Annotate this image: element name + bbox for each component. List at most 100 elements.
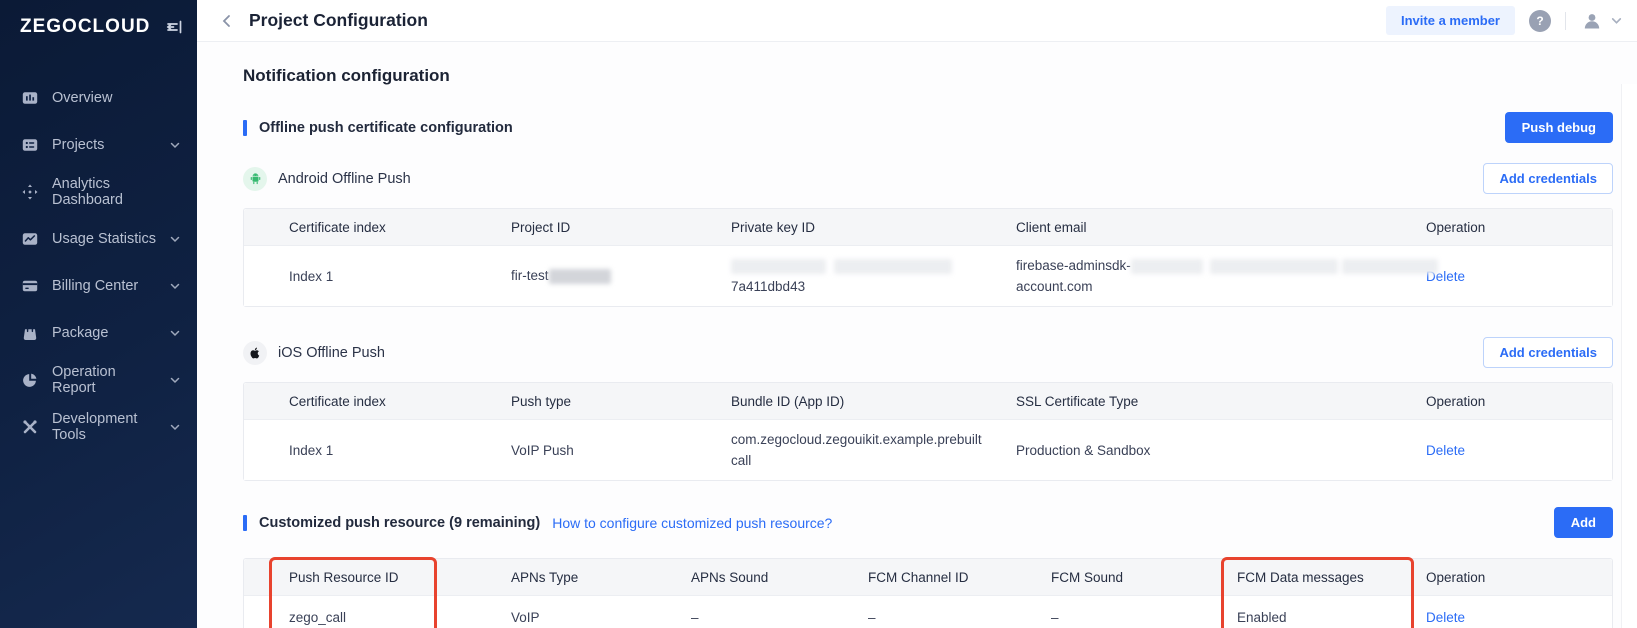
fcm-channel-id-cell: – (868, 610, 1051, 625)
sidebar-item-operation-report[interactable]: Operation Report (0, 356, 197, 403)
sidebar-item-projects[interactable]: Projects (0, 121, 197, 168)
sidebar-item-label: Usage Statistics (52, 231, 156, 247)
push-type-cell: VoIP Push (511, 443, 731, 458)
sidebar-item-usage-statistics[interactable]: Usage Statistics (0, 215, 197, 262)
column-header: Client email (1016, 220, 1426, 235)
column-header: Push type (511, 394, 731, 409)
user-menu[interactable] (1580, 9, 1623, 33)
chevron-down-icon (169, 139, 181, 151)
column-header: Certificate index (244, 220, 511, 235)
fcm-sound-cell: – (1051, 610, 1237, 625)
sidebar-item-label: Package (52, 325, 108, 341)
custom-delete-link[interactable]: Delete (1426, 610, 1465, 625)
chevron-down-icon (1610, 14, 1623, 27)
section-accent-bar (243, 120, 247, 136)
apns-sound-cell: – (691, 610, 868, 625)
operation-report-icon (21, 371, 39, 389)
chevron-down-icon (169, 421, 181, 433)
column-header: Operation (1426, 220, 1612, 235)
column-header: FCM Channel ID (868, 570, 1051, 585)
package-icon (21, 324, 39, 342)
invite-member-button[interactable]: Invite a member (1386, 6, 1515, 35)
usage-statistics-icon (21, 230, 39, 248)
column-header: Operation (1426, 394, 1612, 409)
page-title: Project Configuration (249, 10, 428, 31)
sidebar-item-overview[interactable]: Overview (0, 74, 197, 121)
client-email-cell: firebase-adminsdk- account.com (1016, 255, 1426, 297)
sidebar-item-label: Overview (52, 90, 112, 106)
push-debug-button[interactable]: Push debug (1505, 112, 1613, 143)
scrollbar-gutter[interactable] (1621, 84, 1637, 628)
offline-push-section-title: Offline push certificate configuration (259, 120, 513, 136)
private-key-id-cell: 7a411dbd43 (731, 255, 1016, 297)
column-header: FCM Sound (1051, 570, 1237, 585)
column-header: SSL Certificate Type (1016, 394, 1426, 409)
redacted-blur (1131, 259, 1203, 274)
chevron-down-icon (169, 280, 181, 292)
bundle-id-cell: com.zegocloud.zegouikit.example.prebuilt… (731, 429, 983, 471)
custom-push-add-button[interactable]: Add (1554, 507, 1613, 538)
custom-push-help-link[interactable]: How to configure customized push resourc… (552, 515, 832, 531)
android-icon (243, 167, 267, 191)
certificate-index-cell: Index 1 (244, 269, 511, 284)
topbar-divider (1565, 12, 1566, 30)
column-header: Operation (1426, 570, 1612, 585)
column-header: Private key ID (731, 220, 1016, 235)
sidebar-item-analytics-dashboard[interactable]: Analytics Dashboard (0, 168, 197, 215)
column-header: Bundle ID (App ID) (731, 394, 1016, 409)
apns-type-cell: VoIP (511, 610, 691, 625)
project-configuration-content: Notification configuration Offline push … (197, 42, 1637, 628)
development-tools-icon (21, 418, 39, 436)
column-header: Project ID (511, 220, 731, 235)
apple-icon (243, 341, 267, 365)
column-header: FCM Data messages (1237, 570, 1426, 585)
sidebar-item-label: Billing Center (52, 278, 138, 294)
sidebar-item-development-tools[interactable]: Development Tools (0, 403, 197, 450)
billing-center-icon (21, 277, 39, 295)
zegocloud-logo: ZEGOCLOUD (20, 16, 150, 38)
chevron-down-icon (169, 374, 181, 386)
column-header: Push Resource ID (244, 570, 511, 585)
table-row: Index 1 fir-test 7a411dbd43 firebase-adm… (244, 245, 1612, 306)
sidebar-item-package[interactable]: Package (0, 309, 197, 356)
help-icon[interactable]: ? (1529, 10, 1551, 32)
chevron-down-icon (169, 327, 181, 339)
table-row: Index 1 VoIP Push com.zegocloud.zegouiki… (244, 419, 1612, 480)
chevron-down-icon (169, 233, 181, 245)
section-accent-bar (243, 515, 247, 531)
column-header: Certificate index (244, 394, 511, 409)
analytics-dashboard-icon (21, 183, 39, 201)
sidebar-item-label: Development Tools (52, 411, 156, 443)
redacted-blur (1342, 259, 1438, 274)
android-offline-push-title: Android Offline Push (278, 171, 411, 187)
column-header: APNs Type (511, 570, 691, 585)
project-id-cell: fir-test (511, 268, 731, 284)
notification-configuration-heading: Notification configuration (243, 66, 1637, 86)
android-push-table: Certificate index Project ID Private key… (243, 208, 1613, 307)
push-resource-id-cell: zego_call (244, 610, 511, 625)
overview-icon (21, 89, 39, 107)
ios-push-table: Certificate index Push type Bundle ID (A… (243, 382, 1613, 481)
projects-icon (21, 136, 39, 154)
ssl-certificate-type-cell: Production & Sandbox (1016, 443, 1426, 458)
redacted-blur (549, 269, 611, 284)
sidebar-collapse-icon[interactable] (165, 18, 183, 36)
sidebar-item-billing-center[interactable]: Billing Center (0, 262, 197, 309)
user-avatar-icon (1580, 9, 1604, 33)
ios-delete-link[interactable]: Delete (1426, 443, 1465, 458)
sidebar-nav: Overview Projects Analytics Dashboard Us… (0, 74, 197, 450)
ios-add-credentials-button[interactable]: Add credentials (1483, 337, 1613, 368)
sidebar: ZEGOCLOUD Overview Projects (0, 0, 197, 628)
redacted-blur (731, 259, 826, 274)
table-row: zego_call VoIP – – – Enabled Delete (244, 595, 1612, 628)
redacted-blur (1210, 259, 1338, 274)
sidebar-item-label: Analytics Dashboard (52, 176, 181, 208)
custom-push-section-title: Customized push resource (9 remaining) (259, 515, 540, 531)
column-header: APNs Sound (691, 570, 868, 585)
back-button[interactable] (219, 13, 235, 29)
android-add-credentials-button[interactable]: Add credentials (1483, 163, 1613, 194)
sidebar-item-label: Operation Report (52, 364, 156, 396)
sidebar-item-label: Projects (52, 137, 104, 153)
fcm-data-messages-cell: Enabled (1237, 610, 1426, 625)
custom-push-table: Push Resource ID APNs Type APNs Sound FC… (243, 558, 1613, 628)
